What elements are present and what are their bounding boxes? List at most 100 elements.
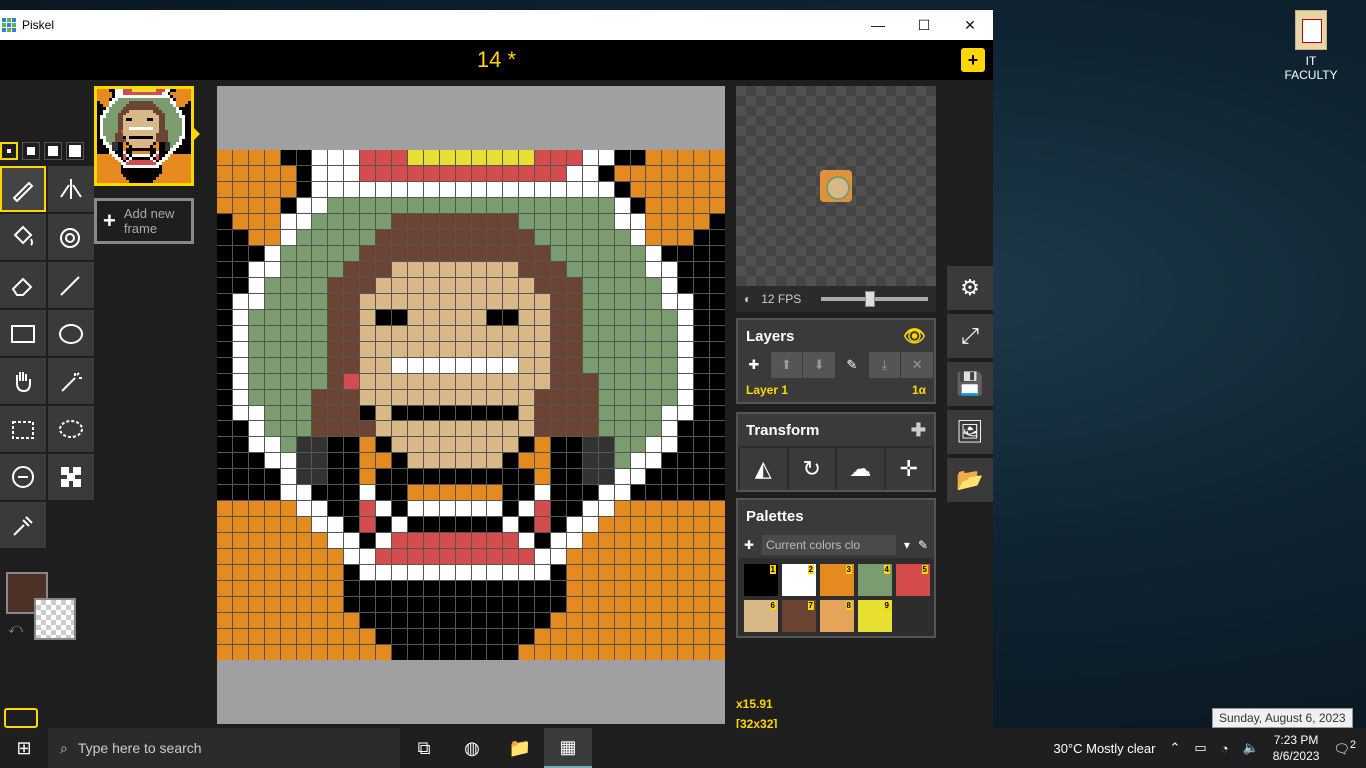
battery-icon[interactable]: ▭: [1194, 740, 1206, 756]
open-folder-icon[interactable]: 📂: [947, 458, 993, 502]
pen-size-3[interactable]: [44, 142, 62, 160]
piskel-window: Piskel — ☐ ✕ 14 * + ⤺ + Add new frame x1…: [0, 10, 993, 731]
eraser-tool[interactable]: [0, 262, 46, 308]
onion-skin-icon[interactable]: ◐: [744, 292, 751, 306]
pixel-art-canvas[interactable]: [217, 150, 725, 660]
transform-header: Transform ✚: [738, 414, 934, 446]
notifications-icon[interactable]: 🗨2: [1333, 739, 1356, 757]
color-picker-tool[interactable]: [0, 502, 46, 548]
layer-opacity[interactable]: 1α: [912, 383, 926, 397]
move-layer-down-button[interactable]: ⬇: [803, 352, 837, 378]
palettes-panel: Palettes ✚ Current colors clo ▾ ✎ 12345 6…: [736, 498, 936, 638]
center-align-icon[interactable]: ✛: [885, 448, 932, 490]
palette-swatch[interactable]: 3: [820, 564, 854, 596]
header-bar: 14 * +: [0, 40, 993, 80]
wifi-icon[interactable]: ◔: [1221, 741, 1229, 756]
title-bar: Piskel — ☐ ✕: [0, 10, 993, 40]
pen-size-1[interactable]: [0, 142, 18, 160]
palette-swatch[interactable]: 9: [858, 600, 892, 632]
taskbar-search[interactable]: ⌕ Type here to search: [48, 728, 400, 768]
desktop-folder-icon[interactable]: IT FACULTY: [1278, 10, 1344, 82]
fps-slider[interactable]: [821, 291, 928, 307]
pen-tool[interactable]: [0, 166, 46, 212]
swap-colors-icon[interactable]: ⤺: [8, 620, 23, 637]
palettes-header: Palettes: [738, 500, 934, 532]
move-hand-tool[interactable]: [0, 358, 46, 404]
add-new-frame-button[interactable]: + Add new frame: [94, 198, 194, 244]
keyboard-shortcuts-icon[interactable]: [4, 708, 38, 728]
rename-layer-button[interactable]: ✎: [836, 352, 869, 378]
magic-wand-tool[interactable]: [48, 358, 94, 404]
task-view-icon[interactable]: ⧉: [400, 728, 448, 768]
edit-palette-icon[interactable]: ✎: [918, 538, 928, 552]
layer-row[interactable]: Layer 1 1α: [738, 378, 934, 402]
resize-icon[interactable]: ⤢: [947, 314, 993, 358]
delete-layer-button[interactable]: ✕: [901, 352, 935, 378]
date-tooltip: Sunday, August 6, 2023: [1212, 708, 1353, 728]
clone-sheep-icon[interactable]: ☁: [837, 448, 884, 490]
add-layer-button[interactable]: ✚: [738, 352, 771, 378]
search-placeholder: Type here to search: [77, 740, 202, 756]
layer-toolbar: ✚ ⬆ ⬇ ✎ ⤓ ✕: [738, 352, 935, 378]
preview-sprite: [820, 170, 852, 202]
palette-swatch[interactable]: 1: [744, 564, 778, 596]
settings-gear-icon[interactable]: ⚙: [947, 266, 993, 310]
plus-icon: +: [103, 208, 116, 233]
frame-thumbnail-image: [97, 89, 191, 183]
pen-size-4[interactable]: [66, 142, 84, 160]
lighten-tool[interactable]: [0, 454, 46, 500]
edge-browser-icon[interactable]: ◍: [448, 728, 496, 768]
secondary-color-swatch[interactable]: [34, 598, 76, 640]
frame-thumbnail[interactable]: 1: [94, 86, 194, 186]
close-button[interactable]: ✕: [947, 10, 993, 40]
lasso-select-tool[interactable]: [48, 406, 94, 452]
palette-swatch[interactable]: 6: [744, 600, 778, 632]
piskel-taskbar-icon[interactable]: ▦: [544, 728, 592, 768]
file-explorer-icon[interactable]: 📁: [496, 728, 544, 768]
palette-swatch[interactable]: 7: [782, 600, 816, 632]
move-layer-up-button[interactable]: ⬆: [770, 352, 804, 378]
volume-icon[interactable]: 🔈: [1243, 740, 1259, 756]
export-image-icon[interactable]: 🖼: [947, 410, 993, 454]
merge-layer-button[interactable]: ⤓: [868, 352, 902, 378]
workspace: ⤺ 1 + Add new frame x15.91 [32x32] ◐ 12 …: [0, 80, 993, 731]
pen-size-2[interactable]: [22, 142, 40, 160]
zoom-level: x15.91: [736, 697, 773, 711]
rectangle-tool[interactable]: [0, 310, 46, 356]
minimize-button[interactable]: —: [855, 10, 901, 40]
layers-header: Layers 👁: [738, 320, 934, 352]
document-title: 14 *: [476, 47, 517, 72]
new-sprite-button[interactable]: +: [961, 48, 985, 72]
eye-icon[interactable]: 👁: [903, 326, 926, 347]
flip-icon[interactable]: ◭: [740, 448, 787, 490]
palette-swatch[interactable]: 4: [858, 564, 892, 596]
mirror-pen-tool[interactable]: [48, 166, 94, 212]
save-icon[interactable]: 💾: [947, 362, 993, 406]
chevron-up-icon[interactable]: ⌃: [1169, 740, 1180, 756]
palette-toolbar: ✚ Current colors clo ▾ ✎: [738, 532, 934, 558]
desktop-icon-label: IT FACULTY: [1284, 54, 1338, 82]
fps-slider-handle[interactable]: [865, 291, 876, 307]
palette-swatch[interactable]: 5: [896, 564, 930, 596]
palette-swatch[interactable]: 2: [782, 564, 816, 596]
weather-widget[interactable]: 30°C Mostly clear: [1053, 741, 1155, 756]
maximize-button[interactable]: ☐: [901, 10, 947, 40]
clock[interactable]: 7:23 PM 8/6/2023: [1273, 732, 1320, 764]
circle-tool[interactable]: [48, 310, 94, 356]
system-tray: 30°C Mostly clear ⌃ ▭ ◔ 🔈 7:23 PM 8/6/20…: [1053, 732, 1366, 764]
add-palette-icon[interactable]: ✚: [744, 538, 754, 552]
palette-select[interactable]: Current colors clo: [762, 535, 896, 555]
dithering-tool[interactable]: [48, 454, 94, 500]
expand-transform-icon[interactable]: ✚: [911, 420, 926, 441]
stroke-tool[interactable]: [48, 262, 94, 308]
clock-time: 7:23 PM: [1273, 733, 1319, 747]
rectangle-select-tool[interactable]: [0, 406, 46, 452]
chevron-down-icon[interactable]: ▾: [904, 538, 910, 552]
palette-swatch[interactable]: 8: [820, 600, 854, 632]
paint-same-pixels-tool[interactable]: [48, 214, 94, 260]
drawing-canvas-area[interactable]: [217, 86, 725, 724]
rotate-icon[interactable]: ↻: [788, 448, 835, 490]
palette-swatches: 12345 6789: [738, 558, 934, 638]
paint-bucket-tool[interactable]: [0, 214, 46, 260]
windows-start-icon[interactable]: ⊞: [0, 728, 48, 768]
